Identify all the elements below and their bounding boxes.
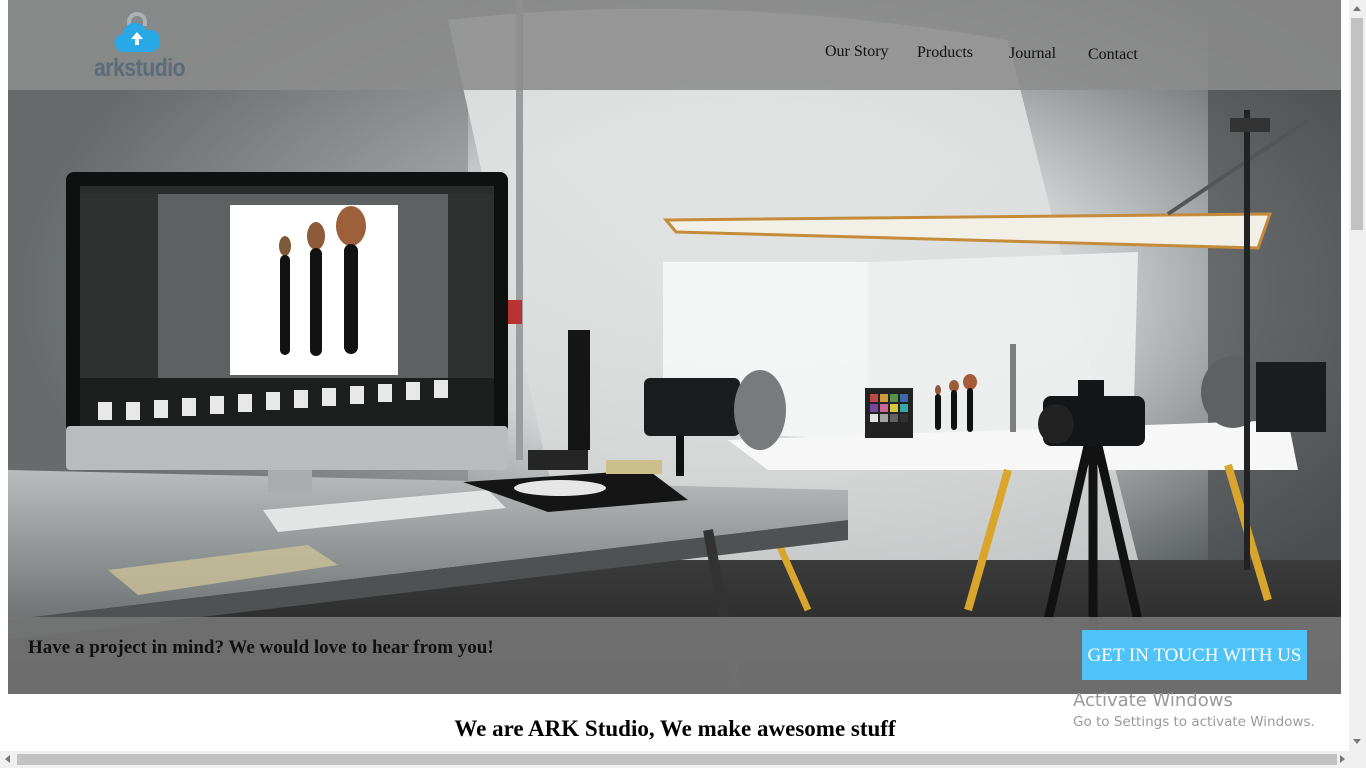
main-nav: Our Story Products Journal Contact	[8, 0, 1341, 90]
cta-message: Have a project in mind? We would love to…	[28, 637, 494, 658]
vertical-scroll-thumb[interactable]	[1351, 18, 1363, 230]
scroll-down-arrow-icon[interactable]	[1353, 739, 1361, 744]
get-in-touch-button[interactable]: GET IN TOUCH WITH US	[1082, 630, 1307, 680]
hero-banner	[8, 0, 1341, 694]
nav-link-journal[interactable]: Journal	[1009, 45, 1056, 63]
scroll-right-arrow-icon[interactable]	[1340, 755, 1345, 763]
horizontal-scrollbar[interactable]	[0, 751, 1366, 768]
watermark-subtitle: Go to Settings to activate Windows.	[1073, 714, 1315, 730]
activate-windows-watermark: Activate Windows Go to Settings to activ…	[1073, 690, 1315, 730]
hero-studio-image	[8, 0, 1341, 694]
watermark-title: Activate Windows	[1073, 690, 1233, 711]
vertical-scrollbar[interactable]	[1349, 0, 1366, 751]
cta-banner: Have a project in mind? We would love to…	[8, 617, 1341, 694]
nav-link-contact[interactable]: Contact	[1088, 46, 1138, 64]
scroll-left-arrow-icon[interactable]	[5, 755, 10, 763]
page: arkstudio Our Story Products Journal Con…	[0, 0, 1366, 768]
navbar: arkstudio Our Story Products Journal Con…	[8, 0, 1341, 90]
horizontal-scroll-thumb[interactable]	[17, 754, 1337, 765]
nav-link-our-story[interactable]: Our Story	[825, 43, 889, 61]
get-in-touch-label: GET IN TOUCH WITH US	[1087, 645, 1302, 666]
scroll-up-arrow-icon[interactable]	[1353, 6, 1361, 11]
nav-link-products[interactable]: Products	[917, 44, 973, 62]
